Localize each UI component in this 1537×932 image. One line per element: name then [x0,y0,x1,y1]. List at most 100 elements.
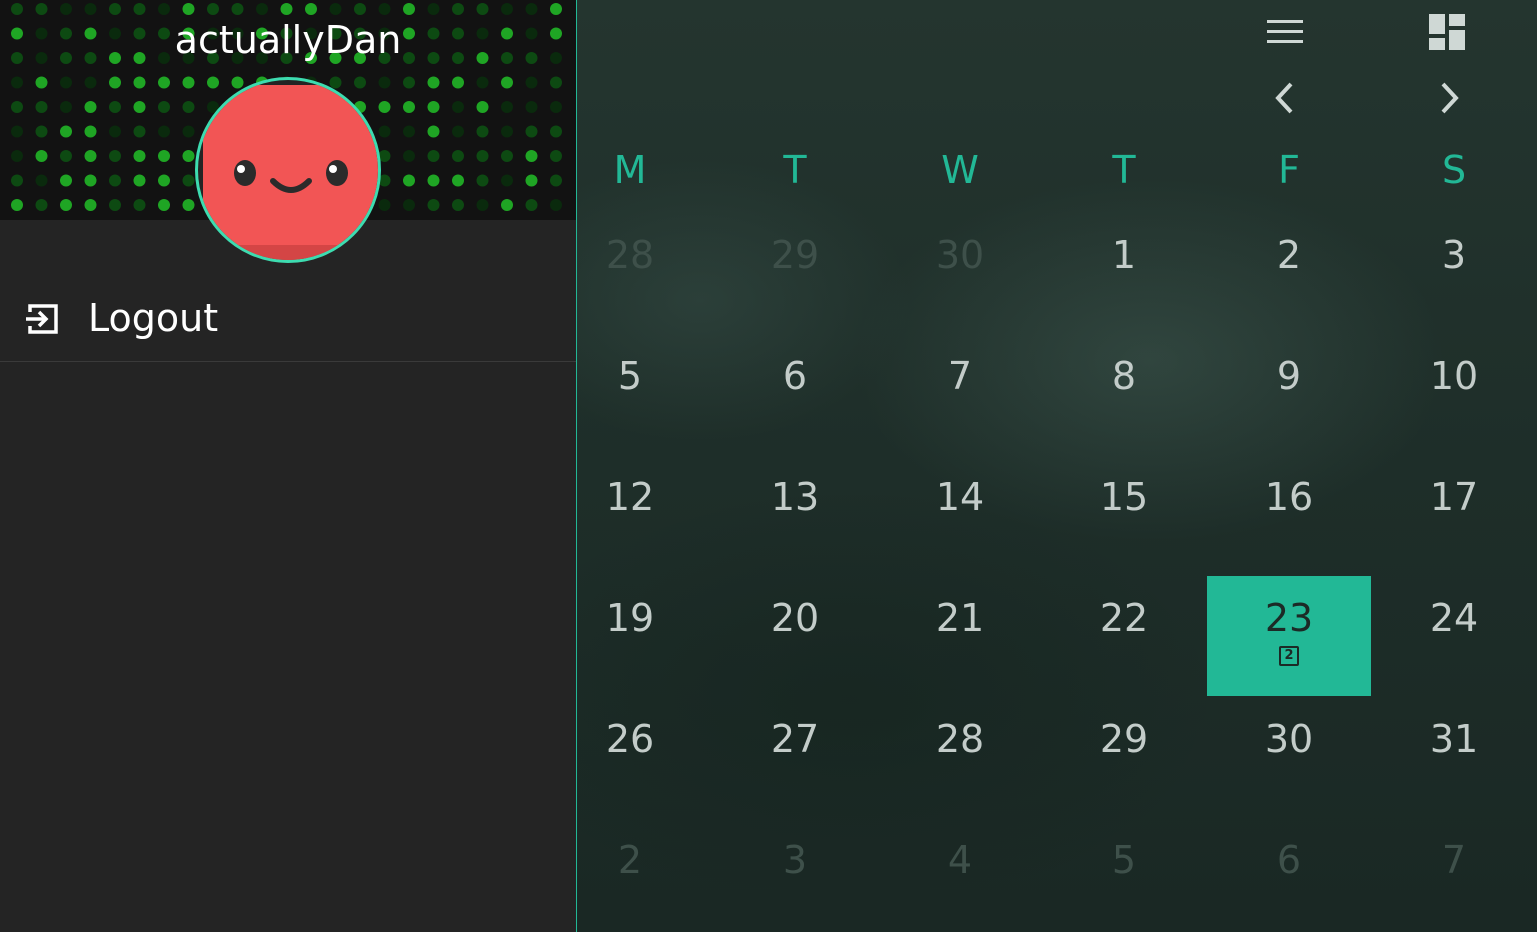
matrix-dot [525,76,538,89]
matrix-dot [109,125,121,138]
day-number: 28 [935,717,985,761]
matrix-dot [550,76,562,89]
day-cell[interactable]: 15 [1042,455,1206,575]
username-label: actuallyDan [174,18,402,62]
matrix-dot [501,101,513,113]
matrix-dot [84,76,97,89]
matrix-dot [280,3,293,15]
matrix-dot [158,76,170,89]
day-cell[interactable]: 7 [1372,818,1536,932]
day-cell[interactable]: 29 [713,213,877,333]
matrix-dot [256,3,268,15]
matrix-dot [133,199,146,211]
day-number: 3 [782,838,808,882]
matrix-dot [476,3,489,15]
day-number: 12 [605,475,655,519]
matrix-dot [35,76,48,89]
matrix-dot [403,150,415,162]
matrix-dot [35,3,48,15]
matrix-dot [550,199,562,211]
day-cell[interactable]: 17 [1372,455,1536,575]
day-cell[interactable]: 14 [878,455,1042,575]
matrix-dot [109,3,121,15]
matrix-dot [158,199,170,211]
day-cell[interactable]: 2 [1207,213,1371,333]
matrix-dot [501,174,513,187]
matrix-dot [158,3,170,15]
day-number: 31 [1429,717,1479,761]
day-cell[interactable]: 6 [713,334,877,454]
matrix-dot [60,76,72,89]
matrix-dot [84,101,97,113]
matrix-dot [378,101,391,113]
matrix-dot [501,125,513,138]
logout-menu-item[interactable]: Logout [0,278,576,362]
day-cell[interactable]: 24 [1372,576,1536,696]
matrix-dot [476,174,489,187]
day-number: 2 [617,838,643,882]
matrix-dot [378,76,391,89]
day-number: 27 [770,717,820,761]
day-cell[interactable]: 30 [1207,697,1371,817]
day-cell[interactable]: 3 [713,818,877,932]
day-number: 7 [1441,838,1467,882]
day-cell[interactable]: 22 [1042,576,1206,696]
day-cell[interactable]: 13 [713,455,877,575]
day-cell[interactable]: 16 [1207,455,1371,575]
day-cell[interactable]: 8 [1042,334,1206,454]
matrix-dot [403,174,415,187]
matrix-dot [133,174,146,187]
hamburger-menu-icon [1267,20,1303,43]
next-month-button[interactable] [1421,70,1477,126]
day-number: 5 [617,354,643,398]
day-cell[interactable]: 6 [1207,818,1371,932]
day-cell[interactable]: 20 [713,576,877,696]
previous-month-button[interactable] [1257,70,1313,126]
matrix-dot [35,199,48,211]
matrix-dot [378,3,391,15]
matrix-dot [525,125,538,138]
matrix-dot [427,3,440,15]
day-number: 3 [1441,233,1467,277]
matrix-dot [60,101,72,113]
weekday-label: S [1441,148,1467,192]
matrix-dot [476,125,489,138]
day-number: 2 [1276,233,1302,277]
matrix-dot [525,199,538,211]
day-cell-selected[interactable]: 23 2 [1207,576,1371,696]
day-cell[interactable]: 9 [1207,334,1371,454]
matrix-dot [452,125,464,138]
day-cell[interactable]: 31 [1372,697,1536,817]
matrix-dot [182,76,195,89]
day-cell[interactable]: 7 [878,334,1042,454]
day-number: 17 [1429,475,1479,519]
grid-view-button[interactable] [1419,4,1475,60]
matrix-dot [133,150,146,162]
matrix-dot [207,3,219,15]
matrix-dot [550,3,562,15]
chevron-left-icon [1275,82,1293,114]
matrix-dot [550,174,562,187]
matrix-dot [133,125,146,138]
day-cell[interactable]: 29 [1042,697,1206,817]
matrix-dot [476,101,489,113]
day-cell[interactable]: 4 [878,818,1042,932]
day-cell[interactable]: 1 [1042,213,1206,333]
day-cell[interactable]: 3 [1372,213,1536,333]
day-number: 6 [1276,838,1302,882]
matrix-dot [84,125,97,138]
matrix-dot [452,101,464,113]
matrix-dot [158,125,170,138]
day-cell[interactable]: 10 [1372,334,1536,454]
matrix-dot [11,150,23,162]
day-cell[interactable]: 27 [713,697,877,817]
day-cell[interactable]: 5 [1042,818,1206,932]
avatar[interactable] [195,77,381,263]
list-view-button[interactable] [1257,4,1313,60]
day-cell[interactable]: 21 [878,576,1042,696]
matrix-dot [60,199,72,211]
smiling-red-square-avatar-icon [203,85,378,260]
day-cell[interactable]: 28 [878,697,1042,817]
matrix-dot [11,76,23,89]
day-cell[interactable]: 30 [878,213,1042,333]
